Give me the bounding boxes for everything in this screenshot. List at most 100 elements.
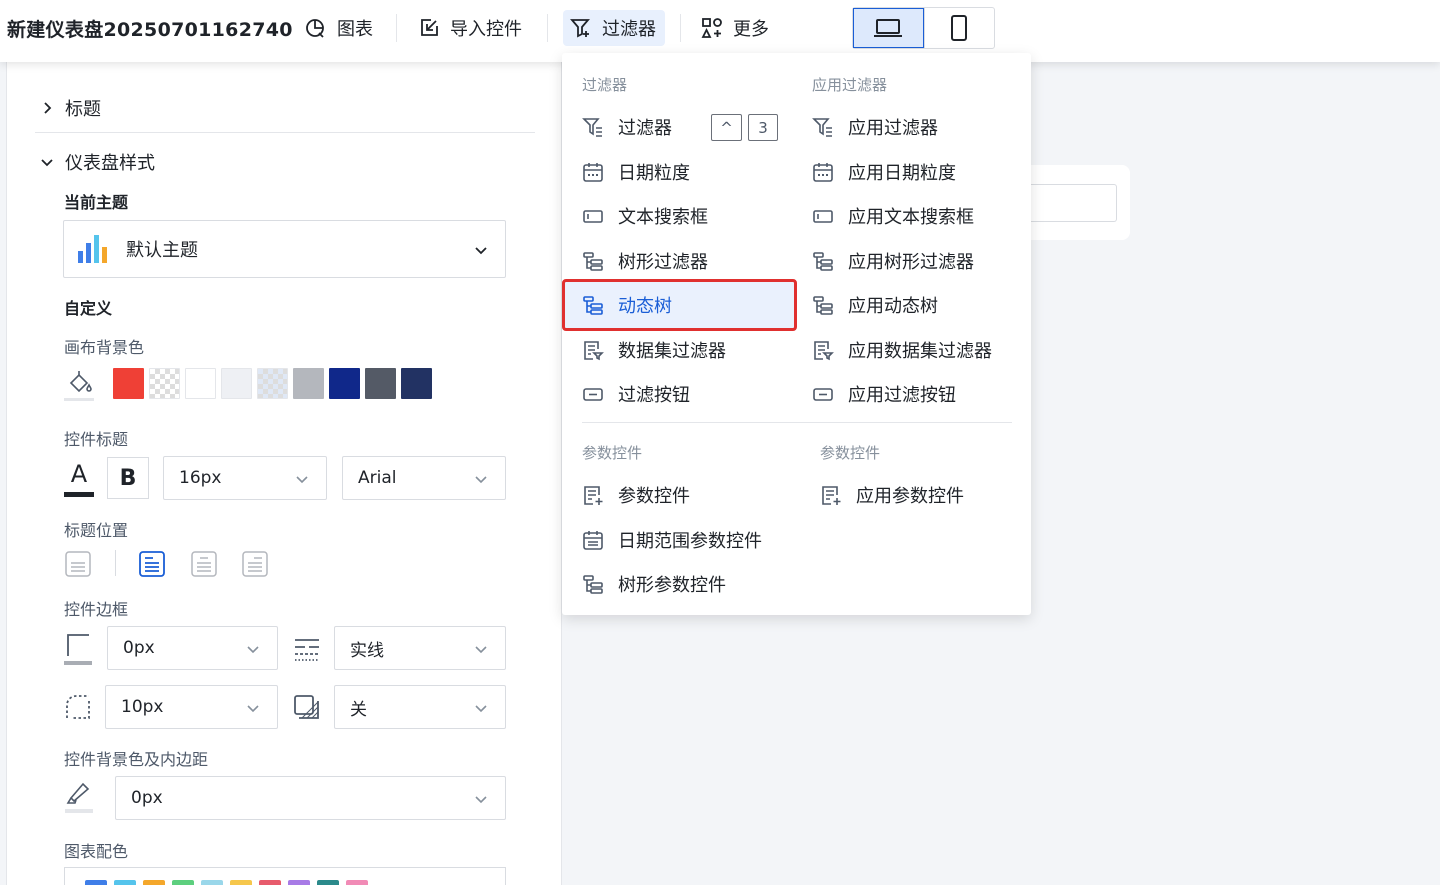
theme-select[interactable]: 默认主题 <box>63 220 506 278</box>
menu-item-tree-param[interactable]: 树形参数控件 <box>582 564 726 604</box>
title-section-header[interactable]: 标题 <box>39 95 101 121</box>
filter-button[interactable]: 过滤器 <box>563 10 665 46</box>
menu-item-apply-tree-filter[interactable]: 应用树形过滤器 <box>812 241 974 281</box>
palette-color <box>143 880 165 885</box>
dashboard-style-label: 仪表盘样式 <box>65 153 155 174</box>
current-theme-label: 当前主题 <box>64 193 129 212</box>
palette-color <box>288 880 310 885</box>
menu-item-label: 应用文本搜索框 <box>848 207 974 228</box>
toolbar-divider <box>547 14 548 42</box>
border-style-icon-wrap <box>292 634 322 664</box>
menu-item-apply-param-widget[interactable]: 应用参数控件 <box>820 475 964 515</box>
menu-item-filter-button[interactable]: 过滤按钮 <box>582 374 690 414</box>
filter-add-icon <box>570 19 590 38</box>
chevron-down-icon <box>41 159 53 167</box>
align-top-right-icon <box>242 551 268 577</box>
menu-item-label: 数据集过滤器 <box>618 341 726 362</box>
menu-item-param-widget[interactable]: 参数控件 <box>582 475 690 515</box>
phone-icon <box>951 15 968 41</box>
mobile-view-button[interactable] <box>923 8 995 48</box>
menu-item-date-range-param[interactable]: 日期范围参数控件 <box>582 520 762 560</box>
color-swatch[interactable] <box>365 368 396 399</box>
calendar-icon <box>813 163 833 182</box>
border-radius-select[interactable]: 10px <box>105 685 278 729</box>
menu-item-dataset-filter[interactable]: 数据集过滤器 <box>582 330 726 370</box>
import-widget-button[interactable]: 导入控件 <box>411 10 528 46</box>
dashboard-title[interactable]: 新建仪表盘20250701162740 <box>7 15 293 42</box>
import-widget-label: 导入控件 <box>450 19 522 40</box>
border-style-value: 实线 <box>350 640 384 661</box>
color-swatch[interactable] <box>149 368 180 399</box>
border-width-select[interactable]: 0px <box>107 626 278 670</box>
chevron-down-icon <box>475 247 487 255</box>
align-top-center-icon <box>191 551 217 577</box>
menu-item-label: 过滤按钮 <box>618 385 690 406</box>
shadow-icon-wrap <box>292 692 322 722</box>
menu-item-apply-filter[interactable]: 应用过滤器 <box>812 107 938 147</box>
color-swatch[interactable] <box>113 368 144 399</box>
chevron-down-icon <box>475 646 487 654</box>
title-position-top-left-button[interactable] <box>139 550 165 578</box>
menu-item-apply-dataset-filter[interactable]: 应用数据集过滤器 <box>812 330 992 370</box>
menu-item-tree-filter[interactable]: 树形过滤器 <box>582 241 708 281</box>
theme-value: 默认主题 <box>126 240 198 261</box>
menu-item-apply-filter-button[interactable]: 应用过滤按钮 <box>812 374 956 414</box>
menu-item-label: 参数控件 <box>618 486 690 507</box>
color-swatch[interactable] <box>293 368 324 399</box>
menu-item-text-search[interactable]: 文本搜索框 <box>582 196 708 236</box>
title-position-left-button[interactable] <box>65 550 91 578</box>
canvas-widget-input[interactable] <box>1030 184 1117 222</box>
highlighter-icon <box>65 782 93 813</box>
font-size-select[interactable]: 16px <box>163 456 327 500</box>
font-family-select[interactable]: Arial <box>342 456 506 500</box>
padding-select[interactable]: 0px <box>115 776 506 820</box>
title-position-top-right-button[interactable] <box>242 550 268 578</box>
dashboard-style-section-header[interactable]: 仪表盘样式 <box>39 149 155 175</box>
palette-color <box>259 880 281 885</box>
color-swatch[interactable] <box>257 368 288 399</box>
menu-item-apply-dynamic-tree[interactable]: 应用动态树 <box>812 285 938 325</box>
tree-param-icon <box>583 575 603 594</box>
apply-filters-group-header: 应用过滤器 <box>812 76 888 94</box>
color-swatch[interactable] <box>221 368 252 399</box>
border-width-value: 0px <box>123 638 155 658</box>
dataset-filter-icon <box>814 341 834 361</box>
more-button[interactable]: 更多 <box>694 10 775 46</box>
tree-icon <box>813 252 833 271</box>
menu-item-filter[interactable]: 过滤器 <box>582 107 672 147</box>
menu-item-label: 日期粒度 <box>618 163 690 184</box>
menu-item-apply-text-search[interactable]: 应用文本搜索框 <box>812 196 974 236</box>
chart-colors-label: 图表配色 <box>64 842 129 861</box>
chart-color-palette[interactable] <box>64 867 506 885</box>
menu-item-label: 应用日期粒度 <box>848 163 956 184</box>
chevron-down-icon <box>247 646 259 654</box>
widget-title-label: 控件标题 <box>64 430 129 449</box>
menu-item-apply-date-granularity[interactable]: 应用日期粒度 <box>812 152 956 192</box>
style-settings-panel: 标题 仪表盘样式 当前主题 默认主题 自定义 画布背景色 控件标题 A B 16… <box>6 62 562 885</box>
border-color-picker[interactable] <box>63 630 93 666</box>
color-swatch[interactable] <box>329 368 360 399</box>
title-position-top-center-button[interactable] <box>191 550 217 578</box>
border-style-select[interactable]: 实线 <box>334 626 506 670</box>
font-color-glyph: A <box>70 459 88 488</box>
font-color-picker[interactable]: A <box>63 460 95 498</box>
color-swatch[interactable] <box>185 368 216 399</box>
menu-item-dynamic-tree[interactable]: 动态树 <box>582 285 672 325</box>
stepper-up-button[interactable]: ^ <box>711 114 742 141</box>
shadow-select[interactable]: 关 <box>334 685 506 729</box>
desktop-view-button[interactable] <box>853 8 924 48</box>
menu-item-label: 动态树 <box>618 296 672 317</box>
chevron-down-icon <box>475 476 487 484</box>
button-icon <box>583 388 603 401</box>
widget-bg-color-picker[interactable] <box>63 778 95 814</box>
bold-button[interactable]: B <box>107 457 149 499</box>
stepper-count: 3 <box>748 114 778 141</box>
button-icon <box>813 388 833 401</box>
chart-button[interactable]: 图表 <box>298 10 379 46</box>
fill-color-picker[interactable] <box>63 368 95 402</box>
import-icon <box>421 19 438 36</box>
menu-item-date-granularity[interactable]: 日期粒度 <box>582 152 690 192</box>
color-swatch[interactable] <box>401 368 432 399</box>
menu-divider <box>582 422 1012 423</box>
title-section-label: 标题 <box>65 99 101 120</box>
